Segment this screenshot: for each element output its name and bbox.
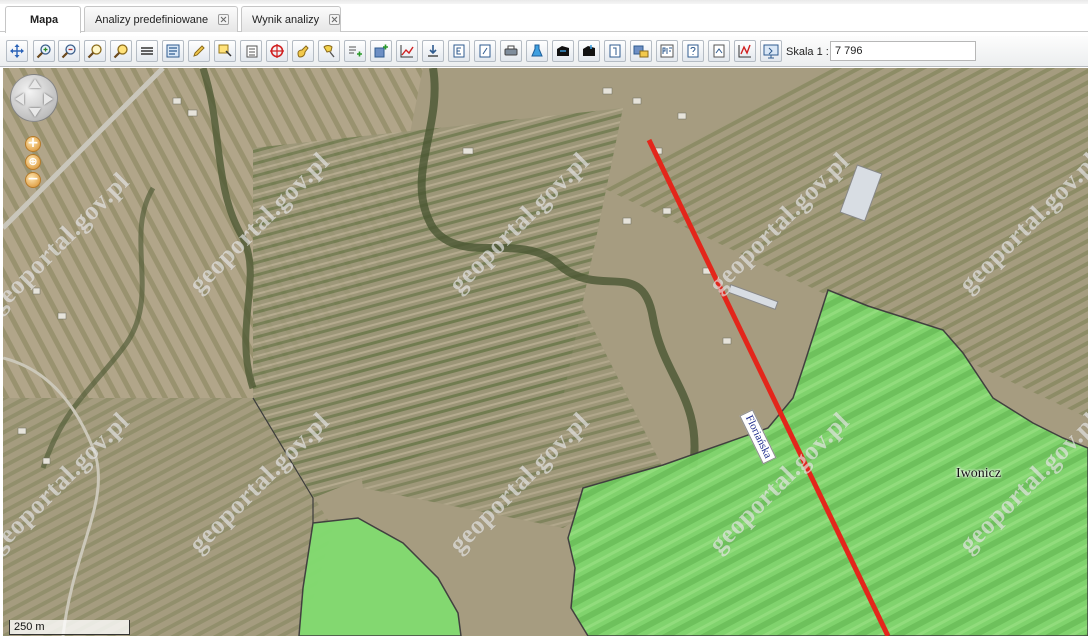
pdf-icon (660, 44, 674, 58)
save-as-tool-button[interactable] (578, 40, 600, 62)
zoom-out-tool-button[interactable] (58, 40, 80, 62)
download-tool-button[interactable] (422, 40, 444, 62)
download-icon (428, 45, 438, 57)
tab-strip: Mapa Analizy predefiniowane Wynik analiz… (0, 0, 1088, 33)
save-tool-button[interactable] (552, 40, 574, 62)
pdf-tool-button[interactable] (656, 40, 678, 62)
scale-input[interactable] (830, 41, 976, 61)
report-icon (713, 44, 725, 58)
zoom-selection-icon (113, 44, 128, 59)
chart-icon (738, 44, 751, 58)
document-icon (479, 44, 491, 58)
locate-tool-button[interactable] (266, 40, 288, 62)
tab-label: Analizy predefiniowane (95, 13, 209, 26)
select-tool-button[interactable] (214, 40, 236, 62)
flask-tool-button[interactable] (526, 40, 548, 62)
pan-left-icon[interactable] (15, 93, 24, 105)
save-icon (557, 46, 569, 56)
tab-mapa[interactable]: Mapa (5, 6, 81, 33)
scale-bar-label: 250 m (14, 621, 45, 633)
measure-icon (141, 47, 153, 55)
profile-tool-button[interactable] (396, 40, 418, 62)
compare-icon (633, 45, 649, 58)
tab-label: Mapa (29, 14, 59, 26)
scale-label: Skala 1 : (786, 46, 829, 58)
help-tool-button[interactable] (682, 40, 704, 62)
list-icon (246, 45, 258, 58)
close-icon[interactable] (218, 14, 230, 25)
layers-tool-button[interactable] (162, 40, 184, 62)
highlight-icon (323, 45, 335, 58)
printer-icon (504, 45, 518, 56)
highlight-tool-button[interactable] (318, 40, 340, 62)
info-icon (609, 44, 621, 58)
hand-tool-button[interactable] (292, 40, 314, 62)
window-icon (763, 44, 779, 59)
pan-right-icon[interactable] (44, 93, 53, 105)
zoom-in-tool-button[interactable] (33, 40, 55, 62)
zoom-extent-icon (87, 44, 102, 59)
draw-tool-button[interactable] (188, 40, 210, 62)
close-icon[interactable] (329, 14, 341, 25)
list-tool-button[interactable] (240, 40, 262, 62)
tab-analizy-predefiniowane[interactable]: Analizy predefiniowane (84, 6, 238, 32)
map-toolbar: Skala 1 : (0, 36, 1088, 67)
document-tool-button[interactable] (474, 40, 496, 62)
orthophoto-map (3, 68, 1088, 636)
add-layer-tool-button[interactable] (370, 40, 392, 62)
add-layer-icon (374, 44, 388, 58)
tab-label: Wynik analizy (252, 13, 320, 26)
pan-icon (10, 44, 24, 58)
window-tool-button[interactable] (760, 40, 782, 62)
add-object-icon (349, 46, 362, 57)
pan-control[interactable] (10, 74, 58, 122)
zoom-world-button[interactable]: ⊕ (25, 154, 41, 170)
pan-tool-button[interactable] (6, 40, 28, 62)
zoom-in-button[interactable]: + (25, 136, 41, 152)
print-tool-button[interactable] (500, 40, 522, 62)
zoom-extent-tool-button[interactable] (84, 40, 106, 62)
measure-tool-button[interactable] (136, 40, 158, 62)
map-view[interactable]: geoportal.gov.pl geoportal.gov.pl geopor… (3, 68, 1088, 636)
town-label: Iwonicz (956, 466, 1002, 481)
profile-chart-icon (400, 45, 414, 58)
zoom-selection-tool-button[interactable] (110, 40, 132, 62)
help-icon (687, 44, 699, 58)
save-as-icon (583, 45, 595, 56)
zoom-in-icon (36, 44, 51, 59)
crosshair-icon (270, 44, 284, 58)
select-icon (218, 44, 232, 57)
layers-icon (166, 44, 180, 58)
document-e-icon (453, 44, 465, 58)
tab-wynik-analizy[interactable]: Wynik analizy (241, 6, 341, 32)
zoom-out-button[interactable]: − (25, 172, 41, 188)
hand-icon (297, 45, 309, 58)
report-tool-button[interactable] (708, 40, 730, 62)
scale-bar: 250 m (9, 620, 130, 635)
pan-down-icon[interactable] (29, 108, 41, 117)
pan-up-icon[interactable] (29, 79, 41, 88)
pencil-icon (193, 45, 205, 57)
zoom-out-icon (61, 44, 76, 59)
compare-tool-button[interactable] (630, 40, 652, 62)
flask-icon (531, 44, 543, 57)
export-e-tool-button[interactable] (448, 40, 470, 62)
chart-tool-button[interactable] (734, 40, 756, 62)
add-object-tool-button[interactable] (344, 40, 366, 62)
info-tool-button[interactable] (604, 40, 626, 62)
